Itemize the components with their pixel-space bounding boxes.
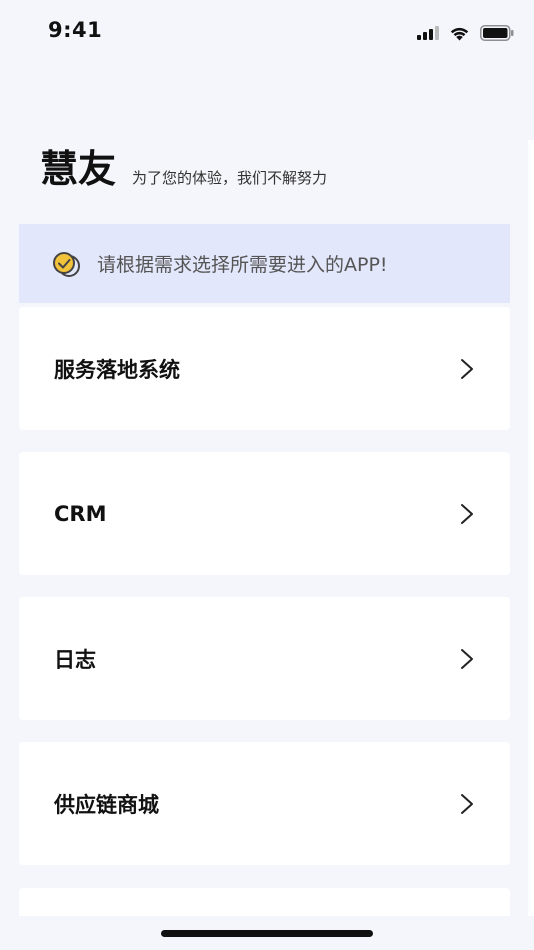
app-card-label: 日志	[54, 647, 96, 672]
app-card-label: 供应链商城	[54, 792, 159, 817]
battery-icon	[480, 25, 514, 41]
status-icons	[417, 22, 514, 44]
app-card-partial[interactable]	[19, 888, 510, 916]
check-badge-icon	[53, 251, 80, 277]
notice-text: 请根据需求选择所需要进入的APP!	[97, 254, 388, 276]
cellular-signal-icon	[417, 26, 439, 40]
chevron-right-icon	[461, 793, 473, 814]
tagline: 为了您的体验，我们不解努力	[132, 169, 328, 187]
chevron-right-icon	[461, 503, 473, 524]
app-card-supply-chain-mall[interactable]: 供应链商城	[19, 742, 510, 865]
app-card-label: CRM	[54, 501, 107, 526]
notice-banner: 请根据需求选择所需要进入的APP!	[19, 224, 510, 303]
status-bar: 9:41	[0, 0, 534, 64]
app-name: 慧友	[40, 147, 117, 191]
status-time: 9:41	[48, 18, 103, 42]
scroll-edge	[528, 140, 534, 916]
header: 慧友 为了您的体验，我们不解努力	[40, 150, 327, 188]
app-card-crm[interactable]: CRM	[19, 452, 510, 575]
home-indicator[interactable]	[161, 930, 373, 937]
chevron-right-icon	[461, 648, 473, 669]
app-card-label: 服务落地系统	[54, 357, 180, 382]
wifi-icon	[450, 27, 469, 40]
app-card-service-landing[interactable]: 服务落地系统	[19, 307, 510, 430]
app-card-log[interactable]: 日志	[19, 597, 510, 720]
chevron-right-icon	[461, 358, 473, 379]
